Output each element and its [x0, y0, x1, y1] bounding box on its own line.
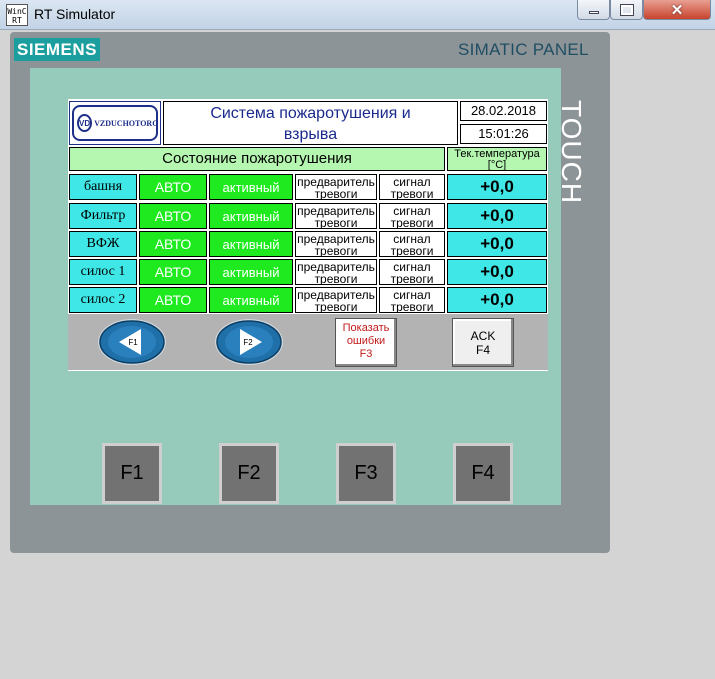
alarm-signal-text: сигнал тревоги — [390, 175, 434, 200]
app-icon-top: WinC — [7, 7, 27, 16]
previous-key-label: F1 — [128, 338, 138, 347]
acknowledge-line1: ACK — [470, 329, 496, 343]
previous-screen-button[interactable]: F1 — [97, 318, 167, 366]
zone-name: силос 2 — [69, 287, 137, 313]
function-key-label: F1 — [105, 446, 159, 501]
alarm-signal-indicator: сигнал тревоги — [379, 174, 445, 200]
pre-alarm-indicator: предваритель тревоги — [295, 174, 377, 200]
mode-indicator[interactable]: АВТО — [139, 287, 207, 313]
maximize-button[interactable] — [610, 0, 643, 20]
alarm-signal-text: сигнал тревоги — [390, 260, 434, 285]
app-icon: WinC RT — [6, 4, 28, 26]
alarm-signal-indicator: сигнал тревоги — [379, 259, 445, 285]
state-indicator[interactable]: активный — [209, 231, 293, 257]
function-key-label: F4 — [456, 446, 510, 501]
temperature-value: +0,0 — [447, 259, 547, 285]
temperature-value: +0,0 — [447, 203, 547, 229]
status-heading: Состояние пожаротушения — [69, 147, 445, 171]
minimize-icon — [588, 11, 599, 14]
function-key-label: F2 — [222, 446, 276, 501]
function-key-f1[interactable]: F1 — [102, 443, 162, 504]
state-indicator[interactable]: активный — [209, 174, 293, 200]
function-key-label: F3 — [339, 446, 393, 501]
mode-indicator[interactable]: АВТО — [139, 231, 207, 257]
maximize-icon — [619, 3, 634, 16]
alarm-signal-text: сигнал тревоги — [390, 288, 434, 313]
system-title-line2: взрыва — [283, 126, 338, 143]
state-indicator[interactable]: активный — [209, 203, 293, 229]
time-display: 15:01:26 — [460, 124, 547, 144]
company-logo: VD VZDUCHOTORG — [69, 101, 161, 145]
window-titlebar[interactable]: WinC RT RT Simulator ✕ — [0, 0, 715, 30]
zone-name: Фильтр — [69, 203, 137, 229]
pre-alarm-text: предваритель тревоги — [297, 260, 375, 285]
function-key-f2[interactable]: F2 — [219, 443, 279, 504]
pre-alarm-text: предваритель тревоги — [297, 175, 375, 200]
system-title: Система пожаротушения и взрыва — [163, 101, 458, 145]
zone-name: силос 1 — [69, 259, 137, 285]
next-screen-button[interactable]: F2 — [214, 318, 284, 366]
pre-alarm-text: предваритель тревоги — [297, 204, 375, 229]
touch-label: TOUCH — [556, 100, 587, 205]
mode-indicator[interactable]: АВТО — [139, 259, 207, 285]
pre-alarm-text: предваритель тревоги — [297, 288, 375, 313]
window-title: RT Simulator — [34, 6, 116, 22]
logo-mark-icon: VD — [77, 114, 93, 132]
show-errors-line1: Показать — [342, 322, 390, 334]
minimize-button[interactable] — [577, 0, 610, 20]
mode-indicator[interactable]: АВТО — [139, 203, 207, 229]
acknowledge-button[interactable]: ACK F4 — [452, 318, 514, 367]
alarm-signal-indicator: сигнал тревоги — [379, 203, 445, 229]
mode-indicator[interactable]: АВТО — [139, 174, 207, 200]
function-key-f3[interactable]: F3 — [336, 443, 396, 504]
show-errors-button[interactable]: Показать ошибки F3 — [335, 318, 397, 367]
logo-frame: VD VZDUCHOTORG — [72, 105, 158, 141]
date-display: 28.02.2018 — [460, 101, 547, 121]
function-key-f4[interactable]: F4 — [453, 443, 513, 504]
next-key-label: F2 — [243, 338, 253, 347]
temperature-value: +0,0 — [447, 174, 547, 200]
alarm-signal-text: сигнал тревоги — [390, 204, 434, 229]
temperature-value: +0,0 — [447, 287, 547, 313]
state-indicator[interactable]: активный — [209, 259, 293, 285]
close-button[interactable]: ✕ — [643, 0, 711, 20]
pre-alarm-indicator: предваритель тревоги — [295, 231, 377, 257]
system-title-line1: Система пожаротушения и — [210, 105, 411, 122]
logo-text: VZDUCHOTORG — [94, 118, 159, 128]
pre-alarm-indicator: предваритель тревоги — [295, 203, 377, 229]
alarm-signal-text: сигнал тревоги — [390, 232, 434, 257]
show-errors-line3: F3 — [359, 348, 373, 360]
siemens-logo: SIEMENS — [14, 38, 100, 61]
temperature-heading: Тек.температура [°C] — [447, 147, 547, 171]
pre-alarm-text: предваритель тревоги — [297, 232, 375, 257]
zone-name: башня — [69, 174, 137, 200]
alarm-signal-indicator: сигнал тревоги — [379, 231, 445, 257]
show-errors-line2: ошибки — [346, 335, 386, 347]
panel-model-label: SIMATIC PANEL — [458, 40, 589, 59]
temperature-heading-line2: [°C] — [487, 159, 507, 171]
zone-name: ВФЖ — [69, 231, 137, 257]
state-indicator[interactable]: активный — [209, 287, 293, 313]
app-icon-bottom: RT — [12, 16, 22, 25]
pre-alarm-indicator: предваритель тревоги — [295, 287, 377, 313]
acknowledge-line2: F4 — [475, 343, 490, 357]
pre-alarm-indicator: предваритель тревоги — [295, 259, 377, 285]
alarm-signal-indicator: сигнал тревоги — [379, 287, 445, 313]
temperature-value: +0,0 — [447, 231, 547, 257]
close-icon: ✕ — [670, 1, 684, 19]
